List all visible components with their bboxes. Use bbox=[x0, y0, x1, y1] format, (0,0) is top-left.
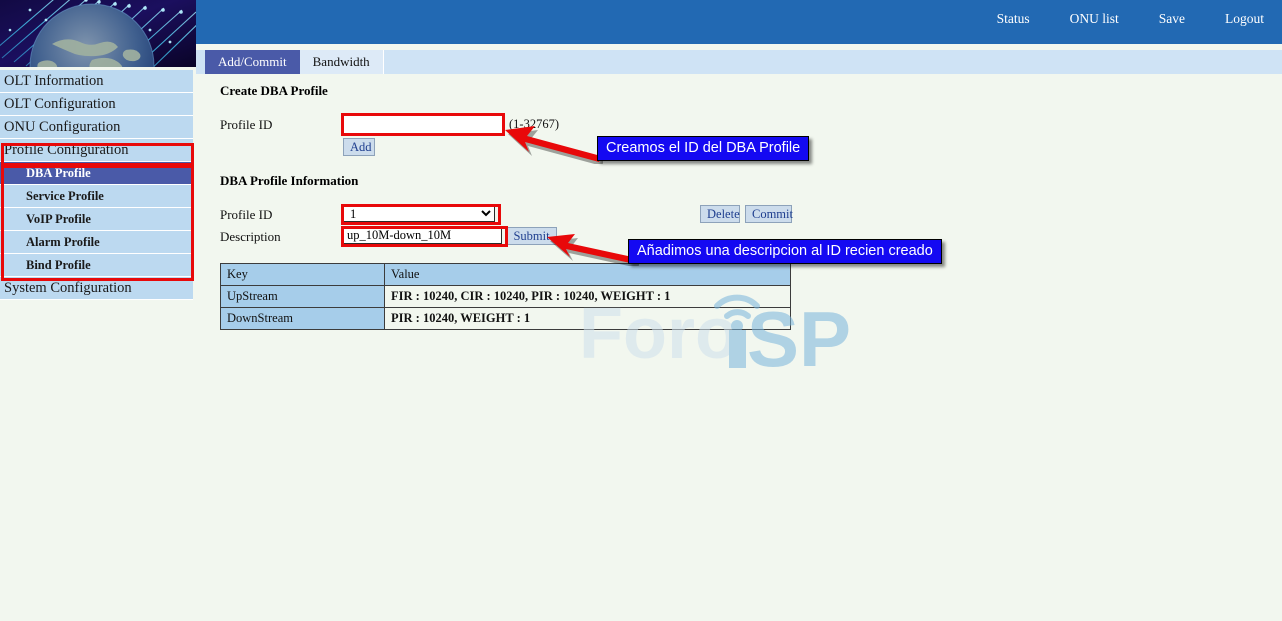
add-button[interactable]: Add bbox=[343, 138, 375, 156]
table-header-key: Key bbox=[221, 264, 385, 286]
annotation-callout-2: Añadimos una descripcion al ID recien cr… bbox=[628, 239, 942, 264]
topnav-link-logout[interactable]: Logout bbox=[1225, 11, 1264, 27]
topnav-link-save[interactable]: Save bbox=[1159, 11, 1185, 27]
tab-bandwidth[interactable]: Bandwidth bbox=[300, 50, 384, 74]
commit-button[interactable]: Commit bbox=[745, 205, 792, 223]
profile-id-range-hint: (1-32767) bbox=[509, 117, 559, 132]
top-navigation: Status ONU list Save Logout bbox=[997, 11, 1264, 27]
label-profile-id-info: Profile ID bbox=[220, 207, 272, 223]
table-row: DownStream PIR : 10240, WEIGHT : 1 bbox=[221, 308, 791, 330]
annotation-callout-1: Creamos el ID del DBA Profile bbox=[597, 136, 809, 161]
profile-id-input[interactable] bbox=[343, 115, 503, 134]
profile-id-select[interactable]: 1 bbox=[343, 205, 495, 222]
sidebar-item-profile-configuration[interactable]: Profile Configuration bbox=[0, 139, 193, 162]
sidebar-item-onu-configuration[interactable]: ONU Configuration bbox=[0, 116, 193, 139]
top-bar: Status ONU list Save Logout bbox=[196, 0, 1282, 44]
table-row: UpStream FIR : 10240, CIR : 10240, PIR :… bbox=[221, 286, 791, 308]
table-header-row: Key Value bbox=[221, 264, 791, 286]
sidebar-item-dba-profile[interactable]: DBA Profile bbox=[0, 162, 193, 185]
table-cell-value-upstream: FIR : 10240, CIR : 10240, PIR : 10240, W… bbox=[385, 286, 791, 308]
table-cell-key-downstream: DownStream bbox=[221, 308, 385, 330]
sidebar-item-alarm-profile[interactable]: Alarm Profile bbox=[0, 231, 193, 254]
sidebar-item-service-profile[interactable]: Service Profile bbox=[0, 185, 193, 208]
sidebar-item-system-configuration[interactable]: System Configuration bbox=[0, 277, 193, 300]
tab-add-commit[interactable]: Add/Commit bbox=[205, 50, 300, 74]
tab-bar: Add/Commit Bandwidth bbox=[205, 50, 384, 74]
topnav-link-onu-list[interactable]: ONU list bbox=[1070, 11, 1119, 27]
table-header-value: Value bbox=[385, 264, 791, 286]
table-cell-key-upstream: UpStream bbox=[221, 286, 385, 308]
sidebar-item-olt-configuration[interactable]: OLT Configuration bbox=[0, 93, 193, 116]
label-description: Description bbox=[220, 229, 281, 245]
delete-button[interactable]: Delete bbox=[700, 205, 740, 223]
section-title-dba-profile-information: DBA Profile Information bbox=[220, 173, 358, 189]
sidebar-item-voip-profile[interactable]: VoIP Profile bbox=[0, 208, 193, 231]
table-cell-value-downstream: PIR : 10240, WEIGHT : 1 bbox=[385, 308, 791, 330]
submit-button[interactable]: Submit bbox=[506, 227, 557, 245]
main-content: Add/Commit Bandwidth Create DBA Profile … bbox=[196, 44, 1282, 621]
topnav-link-status[interactable]: Status bbox=[997, 11, 1030, 27]
description-input[interactable] bbox=[343, 227, 502, 244]
dba-profile-table: Key Value UpStream FIR : 10240, CIR : 10… bbox=[220, 263, 791, 330]
label-profile-id-create: Profile ID bbox=[220, 117, 272, 133]
section-title-create-dba-profile: Create DBA Profile bbox=[220, 83, 328, 99]
header-banner-image bbox=[0, 0, 196, 70]
sidebar-item-olt-information[interactable]: OLT Information bbox=[0, 70, 193, 93]
sidebar-item-bind-profile[interactable]: Bind Profile bbox=[0, 254, 193, 277]
sidebar-navigation: OLT Information OLT Configuration ONU Co… bbox=[0, 70, 193, 300]
